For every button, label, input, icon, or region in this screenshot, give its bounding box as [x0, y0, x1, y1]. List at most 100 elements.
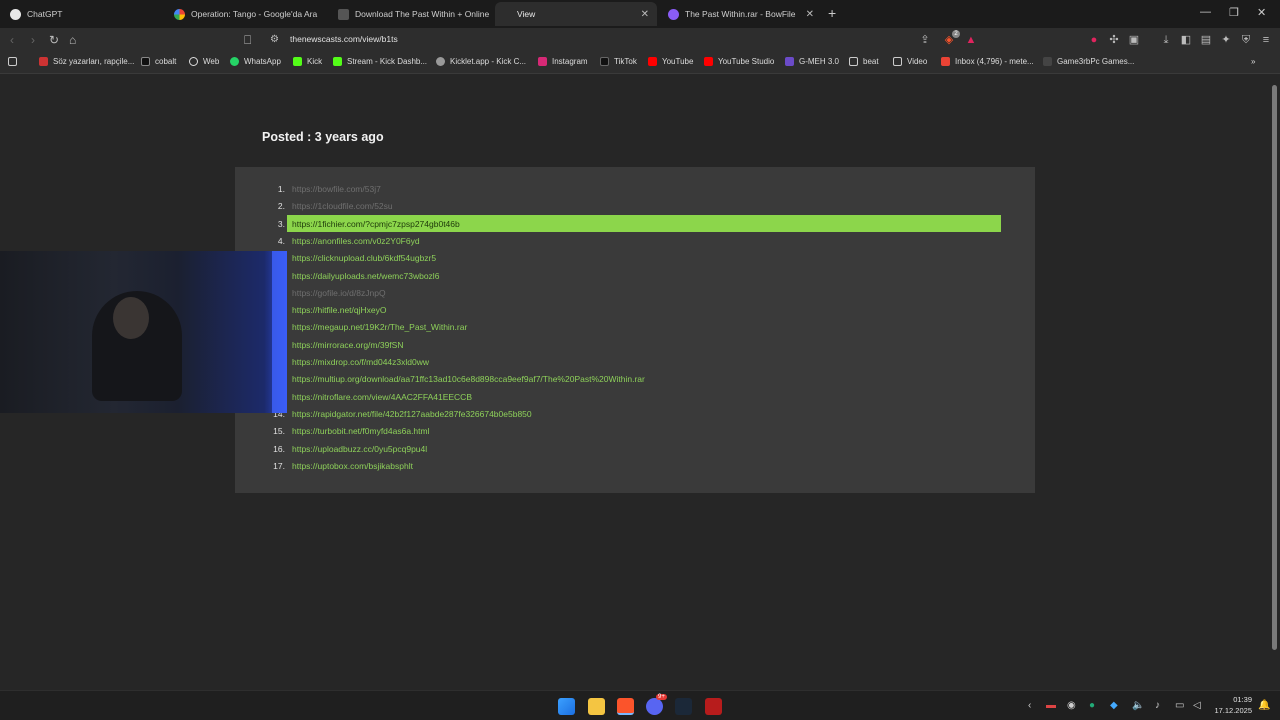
- bookmark-item[interactable]: cobalt: [141, 57, 176, 66]
- bookmark-icon[interactable]: ⎕: [244, 33, 251, 48]
- leo-ai-icon[interactable]: ✦: [1219, 33, 1233, 47]
- close-window-icon[interactable]: ✕: [1257, 6, 1266, 19]
- download-link[interactable]: https://uptobox.com/bsjikabsphlt: [292, 461, 413, 471]
- bookmark-item[interactable]: YouTube Studio: [704, 57, 774, 66]
- maximize-icon[interactable]: ❐: [1229, 6, 1239, 19]
- download-icon[interactable]: ⤓: [1159, 33, 1173, 47]
- tab-download-past-within[interactable]: Download The Past Within + Online: [330, 2, 490, 26]
- youtube-icon: [648, 57, 657, 66]
- bookmark-item[interactable]: G-MEH 3.0: [785, 57, 839, 66]
- brave-browser-icon[interactable]: [617, 698, 634, 715]
- download-link[interactable]: https://mirrorace.org/m/39fSN: [292, 340, 403, 350]
- tray-app-icon[interactable]: ◆: [1110, 700, 1118, 711]
- download-link-row: 3. https://1fichier.com/?cpmjc7zpsp274gb0…: [235, 214, 1035, 232]
- menu-icon[interactable]: ≡: [1259, 33, 1273, 47]
- bookmark-favicon-icon: [1043, 57, 1052, 66]
- download-link[interactable]: https://rapidgator.net/file/42b2f127aabd…: [292, 409, 532, 419]
- download-link[interactable]: https://megaup.net/19K2r/The_Past_Within…: [292, 322, 467, 332]
- close-icon[interactable]: ✕: [806, 9, 814, 20]
- download-link[interactable]: https://gofile.io/d/8zJnpQ: [292, 288, 386, 298]
- notifications-icon[interactable]: 🔔: [1258, 700, 1270, 711]
- tab-google-search[interactable]: Operation: Tango - Google'da Ara: [166, 2, 332, 26]
- back-icon[interactable]: ‹: [10, 33, 14, 47]
- volume-icon[interactable]: ◁: [1193, 700, 1201, 711]
- bookmark-item[interactable]: Instagram: [538, 57, 588, 66]
- bookmark-item[interactable]: WhatsApp: [230, 57, 281, 66]
- bookmark-folder[interactable]: Video: [893, 57, 927, 66]
- bookmark-item[interactable]: Stream - Kick Dashb...: [333, 57, 427, 66]
- tab-view[interactable]: View ✕: [495, 2, 657, 26]
- sidebar-icon[interactable]: ◧: [1179, 33, 1193, 47]
- bookmark-item[interactable]: Söz yazarları, rapçile...: [39, 57, 134, 66]
- bookmark-item[interactable]: Inbox (4,796) - mete...: [941, 57, 1034, 66]
- network-icon[interactable]: ▭: [1175, 700, 1184, 711]
- home-icon[interactable]: ⌂: [69, 33, 76, 47]
- bookmark-item[interactable]: YouTube: [648, 57, 693, 66]
- tab-bowfile[interactable]: The Past Within.rar - BowFile ✕: [660, 2, 822, 26]
- apps-icon[interactable]: [8, 57, 22, 66]
- bookmark-item[interactable]: Web: [189, 57, 219, 66]
- steam-tray-icon[interactable]: ◉: [1067, 700, 1076, 711]
- file-explorer-icon[interactable]: [588, 698, 605, 715]
- scrollbar-thumb[interactable]: [1272, 85, 1277, 650]
- youtube-icon: [704, 57, 713, 66]
- link-number: 1.: [277, 184, 285, 194]
- tab-chatgpt[interactable]: ChatGPT: [2, 2, 168, 26]
- share-icon[interactable]: ⇪: [918, 33, 932, 47]
- download-link[interactable]: https://anonfiles.com/v0z2Y0F6yd: [292, 236, 420, 246]
- clock[interactable]: 01:39 17.12.2025: [1212, 694, 1252, 716]
- bookmark-item[interactable]: TikTok: [600, 57, 637, 66]
- download-link[interactable]: https://1cloudfile.com/52su: [292, 201, 393, 211]
- tray-app-icon[interactable]: ▬: [1046, 700, 1056, 711]
- tray-chevron-icon[interactable]: ‹: [1028, 700, 1031, 711]
- download-link[interactable]: https://bowfile.com/53j7: [292, 184, 381, 194]
- download-link[interactable]: https://mixdrop.co/f/md044z3xld0ww: [292, 357, 429, 367]
- link-number: 3.: [277, 218, 285, 229]
- address-bar[interactable]: thenewscasts.com/view/b1ts: [290, 34, 398, 44]
- download-link[interactable]: https://dailyuploads.net/wemc73wbozl6: [292, 271, 439, 281]
- download-link[interactable]: https://multiup.org/download/aa71ffc13ad…: [292, 374, 645, 384]
- discord-badge: 9+: [656, 694, 667, 700]
- media-icon[interactable]: ▣: [1127, 33, 1141, 47]
- record-icon[interactable]: ●: [1087, 33, 1101, 47]
- download-link-row: https://megaup.net/19K2r/The_Past_Within…: [235, 318, 1035, 335]
- bookmark-folder[interactable]: beat: [849, 57, 879, 66]
- wallet-icon[interactable]: ▤: [1199, 33, 1213, 47]
- discord-icon[interactable]: [646, 698, 663, 715]
- download-link[interactable]: https://nitroflare.com/view/4AAC2FFA41EE…: [292, 392, 472, 402]
- bookmark-item[interactable]: Kicklet.app - Kick C...: [436, 57, 526, 66]
- new-tab-button[interactable]: +: [828, 5, 836, 21]
- bookmarks-overflow-icon[interactable]: »: [1251, 57, 1255, 66]
- speaker-icon[interactable]: 🔈: [1132, 700, 1144, 711]
- chatgpt-icon: [10, 8, 21, 20]
- site-info-icon[interactable]: ⚙: [270, 34, 279, 45]
- microphone-icon[interactable]: ♪: [1155, 700, 1160, 711]
- app-icon[interactable]: [705, 698, 722, 715]
- minimize-icon[interactable]: —: [1200, 6, 1211, 18]
- download-link[interactable]: https://uploadbuzz.cc/0yu5pcq9pu4l: [292, 444, 427, 454]
- tray-app-icon[interactable]: ●: [1089, 700, 1095, 711]
- whatsapp-icon: [230, 57, 239, 66]
- bookmark-favicon-icon: [436, 57, 445, 66]
- forward-icon[interactable]: ›: [31, 33, 35, 47]
- download-link[interactable]: https://clicknupload.club/6kdf54ugbzr5: [292, 253, 436, 263]
- blue-light: [272, 251, 287, 413]
- vpn-icon[interactable]: ⛨: [1239, 33, 1253, 47]
- tab-title: Download The Past Within + Online: [355, 9, 490, 19]
- close-icon[interactable]: ✕: [641, 9, 649, 20]
- download-link[interactable]: https://turbobit.net/f0myfd4as6a.html: [292, 426, 430, 436]
- clock-date: 17.12.2025: [1214, 706, 1252, 715]
- windows-start-icon[interactable]: [558, 698, 575, 715]
- steam-icon[interactable]: [675, 698, 692, 715]
- reload-icon[interactable]: ↻: [49, 33, 59, 47]
- bookmark-favicon-icon: [785, 57, 794, 66]
- bookmark-item[interactable]: Game3rbPc Games...: [1043, 57, 1134, 66]
- extensions-icon[interactable]: ✣: [1107, 33, 1121, 47]
- bookmark-item[interactable]: Kick: [293, 57, 322, 66]
- site-icon: [338, 8, 349, 20]
- download-link[interactable]: https://1fichier.com/?cpmjc7zpsp274gb0t4…: [292, 219, 460, 229]
- page-scrollbar[interactable]: [1270, 75, 1280, 690]
- download-link[interactable]: https://hitfile.net/qjHxeyO: [292, 305, 387, 315]
- brave-rewards-icon[interactable]: ▲: [964, 33, 978, 47]
- links-card: 1. https://bowfile.com/53j7 2. https://1clo…: [235, 167, 1035, 493]
